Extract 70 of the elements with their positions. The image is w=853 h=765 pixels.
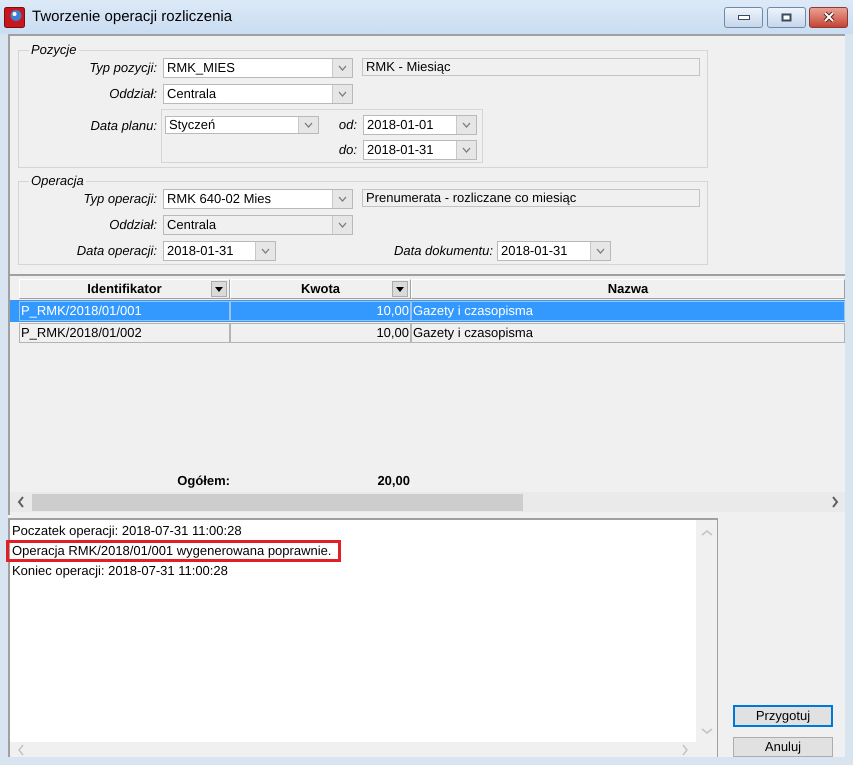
chevron-down-icon: [338, 222, 347, 228]
prepare-button[interactable]: Przygotuj: [733, 705, 833, 727]
caret-down-icon: [215, 286, 223, 292]
horizontal-scrollbar[interactable]: [10, 492, 845, 512]
dropdown-button[interactable]: [456, 116, 476, 134]
dropdown-field[interactable]: RMK_MIES: [163, 58, 353, 78]
dropdown-field[interactable]: 2018-01-31: [163, 241, 276, 261]
table-cell: P_RMK/2018/01/001: [19, 301, 230, 321]
chevron-down-icon: [261, 248, 270, 254]
chevron-left-icon[interactable]: [17, 496, 25, 508]
minimize-button[interactable]: [724, 6, 763, 28]
description-field: RMK - Miesiąc: [362, 58, 700, 76]
table-cell: P_RMK/2018/01/002: [19, 323, 230, 343]
dropdown-button[interactable]: [332, 59, 352, 77]
log-line: Poczatek operacji: 2018-07-31 11:00:28: [12, 522, 242, 540]
close-button[interactable]: [809, 6, 848, 28]
chevron-down-icon: [462, 147, 471, 153]
maximize-icon: [781, 12, 792, 22]
chevron-right-icon[interactable]: [831, 496, 839, 508]
log-line: Koniec operacji: 2018-07-31 11:00:28: [12, 562, 228, 580]
close-icon: [822, 11, 836, 23]
description-field: Prenumerata - rozliczane co miesiąc: [362, 189, 700, 207]
cancel-button[interactable]: Anuluj: [733, 737, 833, 757]
dropdown-button[interactable]: [332, 190, 352, 208]
field-label: Typ operacji:: [84, 191, 157, 207]
column-header[interactable]: Identifikator: [19, 279, 230, 299]
chevron-down-icon: [338, 196, 347, 202]
table-cell: Gazety i czasopisma: [411, 301, 845, 321]
field-label: Data planu:: [90, 118, 157, 134]
dropdown-button[interactable]: [332, 85, 352, 103]
total-value: 20,00: [377, 473, 410, 489]
chevron-down-icon: [596, 248, 605, 254]
field-label: Data operacji:: [76, 243, 157, 259]
maximize-button[interactable]: [767, 6, 806, 28]
table-cell: Gazety i czasopisma: [411, 323, 845, 343]
scrollbar-thumb[interactable]: [32, 494, 523, 510]
total-label: Ogółem:: [177, 473, 230, 489]
field-label: Data dokumentu:: [394, 243, 493, 259]
chevron-down-icon: [338, 65, 347, 71]
dropdown-field[interactable]: Styczeń: [165, 116, 319, 134]
column-header[interactable]: Kwota: [230, 279, 411, 299]
dropdown-field[interactable]: 2018-01-31: [497, 241, 611, 261]
filter-button[interactable]: [392, 281, 408, 297]
dropdown-button[interactable]: [590, 242, 610, 260]
chevron-down-icon: [462, 122, 471, 128]
field-label: od:: [338, 117, 357, 133]
dropdown-field[interactable]: 2018-01-31: [363, 140, 477, 160]
dropdown-field[interactable]: RMK 640-02 Mies: [163, 189, 353, 209]
table-cell: 10,00: [230, 301, 411, 321]
table-row[interactable]: P_RMK/2018/01/002 10,00 Gazety i czasopisma: [10, 322, 845, 344]
minimize-icon: [738, 14, 750, 20]
field-label: do:: [338, 142, 357, 158]
field-label: Typ pozycji:: [89, 60, 157, 76]
filter-button[interactable]: [211, 281, 227, 297]
dropdown-button[interactable]: [456, 141, 476, 159]
dropdown-field[interactable]: 2018-01-01: [363, 115, 477, 135]
field-label: Oddział:: [109, 86, 157, 102]
caret-down-icon: [396, 286, 404, 292]
table-cell: 10,00: [230, 323, 411, 343]
field-label: Oddział:: [109, 217, 157, 233]
chevron-down-icon: [338, 91, 347, 97]
app-icon: [4, 6, 25, 28]
group-label: Pozycje: [30, 42, 78, 58]
dropdown-field[interactable]: Centrala: [163, 84, 353, 104]
window-title: Tworzenie operacji rozliczenia: [32, 7, 232, 27]
column-header[interactable]: Nazwa: [411, 279, 845, 299]
group-label: Operacja: [30, 173, 85, 189]
dropdown-button[interactable]: [255, 242, 275, 260]
chevron-down-icon: [304, 122, 313, 128]
dropdown-button[interactable]: [298, 117, 318, 133]
